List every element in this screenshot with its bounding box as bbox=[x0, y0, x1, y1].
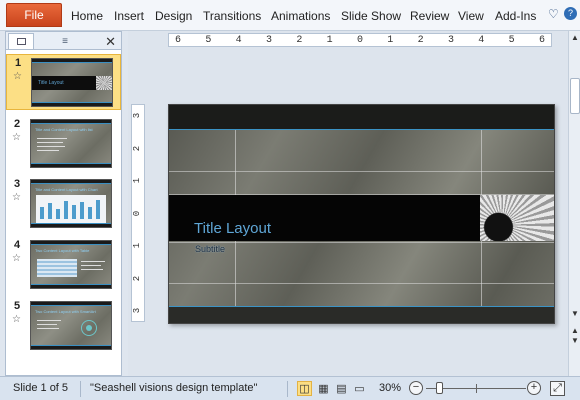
tab-insert[interactable]: Insert bbox=[114, 9, 144, 23]
theme-name[interactable]: "Seashell visions design template" bbox=[90, 382, 257, 394]
ruler-mark: 5 bbox=[508, 34, 515, 46]
scroll-thumb[interactable] bbox=[570, 78, 580, 114]
tab-slide-show[interactable]: Slide Show bbox=[341, 9, 401, 23]
chevron-up-icon[interactable]: ♡ bbox=[548, 7, 559, 21]
slide-top-bar bbox=[169, 105, 554, 130]
ruler-mark: 6 bbox=[175, 34, 182, 46]
zoom-in-icon[interactable]: + bbox=[527, 381, 541, 395]
close-icon[interactable]: ✕ bbox=[105, 34, 116, 50]
thumb-title: Title and Content Layout with list bbox=[35, 127, 93, 132]
ruler-mark: 4 bbox=[235, 34, 242, 46]
fit-to-window-icon[interactable]: ⤢ bbox=[550, 381, 565, 396]
ruler-mark: 3 bbox=[447, 34, 454, 46]
scroll-down-icon[interactable]: ▼ bbox=[570, 309, 580, 318]
outline-icon: ≡ bbox=[62, 35, 68, 47]
vertical-scrollbar[interactable]: ▲ ▼ ▲ ▼ bbox=[568, 31, 580, 376]
slide-number: 5 bbox=[14, 300, 21, 312]
transition-star-icon: ☆ bbox=[13, 71, 22, 82]
tab-animations[interactable]: Animations bbox=[271, 9, 330, 23]
slide-subtitle[interactable]: Subtitle bbox=[195, 244, 225, 254]
transition-star-icon: ☆ bbox=[12, 253, 21, 264]
slide-preview: Two Content Layout with SmartArt bbox=[30, 301, 112, 350]
ruler-mark: 3 bbox=[132, 112, 143, 119]
slide-sorter-icon[interactable]: ▦ bbox=[316, 381, 331, 396]
tab-add-ins[interactable]: Add-Ins bbox=[495, 9, 536, 23]
ruler-mark: 2 bbox=[296, 34, 303, 46]
horizontal-ruler: 6 5 4 3 2 1 0 1 2 3 4 5 6 bbox=[168, 33, 552, 47]
vertical-ruler: 3 2 1 0 1 2 3 bbox=[131, 104, 145, 322]
ruler-mark: 1 bbox=[132, 177, 143, 184]
tab-review[interactable]: Review bbox=[410, 9, 449, 23]
ruler-mark: 2 bbox=[132, 145, 143, 151]
seashell-image[interactable] bbox=[480, 195, 554, 241]
ruler-mark: 2 bbox=[132, 275, 143, 281]
slide-thumbnail-5[interactable]: 5 ☆ Two Content Layout with SmartArt bbox=[6, 298, 121, 354]
file-tab-button[interactable]: File bbox=[6, 3, 62, 27]
ruler-mark: 0 bbox=[132, 210, 143, 216]
zoom-slider-handle[interactable] bbox=[436, 382, 443, 394]
slide-bottom-bar bbox=[169, 306, 554, 323]
slide-number: 1 bbox=[15, 57, 22, 69]
ruler-mark: 2 bbox=[417, 34, 424, 46]
scroll-up-icon[interactable]: ▲ bbox=[570, 33, 580, 42]
ruler-mark: 0 bbox=[356, 34, 363, 46]
thumb-title: Two Content Layout with Table bbox=[35, 248, 90, 253]
thumb-title: Title Layout bbox=[38, 80, 64, 86]
ruler-mark: 1 bbox=[132, 242, 143, 249]
ruler-mark: 1 bbox=[326, 34, 333, 46]
help-icon[interactable]: ? bbox=[564, 7, 577, 20]
slide-thumbnail-3[interactable]: 3 ☆ Title and Content Layout with Chart bbox=[6, 176, 121, 232]
thumb-title: Two Content Layout with SmartArt bbox=[35, 309, 96, 314]
pane-tabs: ≡ ✕ bbox=[6, 32, 121, 50]
zoom-out-icon[interactable]: − bbox=[409, 381, 423, 395]
zoom-level[interactable]: 30% bbox=[379, 382, 401, 394]
thumb-title: Title and Content Layout with Chart bbox=[35, 187, 98, 192]
slide-show-icon[interactable]: ▭ bbox=[352, 381, 367, 396]
ruler-mark: 3 bbox=[132, 307, 143, 314]
slide-thumbnail-4[interactable]: 4 ☆ Two Content Layout with Table bbox=[6, 237, 121, 293]
outline-tab[interactable]: ≡ bbox=[50, 33, 80, 49]
ribbon-tab-bar: File Home Insert Design Transitions Anim… bbox=[0, 0, 580, 31]
slide-counter: Slide 1 of 5 bbox=[13, 382, 69, 394]
slides-pane: ≡ ✕ 1 ☆ Title Layout 2 ☆ Title and Conte… bbox=[5, 31, 122, 376]
tab-transitions[interactable]: Transitions bbox=[203, 9, 261, 23]
previous-slide-icon[interactable]: ▲ bbox=[570, 326, 580, 335]
slide-preview: Two Content Layout with Table bbox=[30, 240, 112, 289]
slide-number: 3 bbox=[14, 178, 21, 190]
slides-tab[interactable] bbox=[8, 33, 34, 49]
slide-number: 4 bbox=[14, 239, 21, 251]
tab-view[interactable]: View bbox=[458, 9, 484, 23]
slide-preview: Title Layout bbox=[31, 58, 113, 107]
ruler-mark: 4 bbox=[478, 34, 485, 46]
reading-view-icon[interactable]: ▤ bbox=[334, 381, 349, 396]
slide-canvas[interactable]: Title Layout Subtitle bbox=[168, 104, 555, 324]
slide-title[interactable]: Title Layout bbox=[194, 220, 271, 237]
slide-thumbnail-2[interactable]: 2 ☆ Title and Content Layout with list bbox=[6, 116, 121, 172]
slide-number: 2 bbox=[14, 118, 21, 130]
slides-icon bbox=[16, 38, 26, 45]
slide-thumbnail-1[interactable]: 1 ☆ Title Layout bbox=[6, 54, 121, 110]
transition-star-icon: ☆ bbox=[12, 132, 21, 143]
transition-star-icon: ☆ bbox=[12, 192, 21, 203]
ruler-mark: 5 bbox=[205, 34, 212, 46]
tab-design[interactable]: Design bbox=[155, 9, 192, 23]
transition-star-icon: ☆ bbox=[12, 314, 21, 325]
status-bar: Slide 1 of 5 "Seashell visions design te… bbox=[0, 376, 580, 400]
tab-home[interactable]: Home bbox=[71, 9, 103, 23]
next-slide-icon[interactable]: ▼ bbox=[570, 336, 580, 345]
normal-view-icon[interactable]: ◫ bbox=[297, 381, 312, 396]
ruler-mark: 1 bbox=[387, 34, 394, 46]
slide-preview: Title and Content Layout with list bbox=[30, 119, 112, 168]
ruler-mark: 6 bbox=[538, 34, 545, 46]
ruler-mark: 3 bbox=[265, 34, 272, 46]
slide-preview: Title and Content Layout with Chart bbox=[30, 179, 112, 228]
